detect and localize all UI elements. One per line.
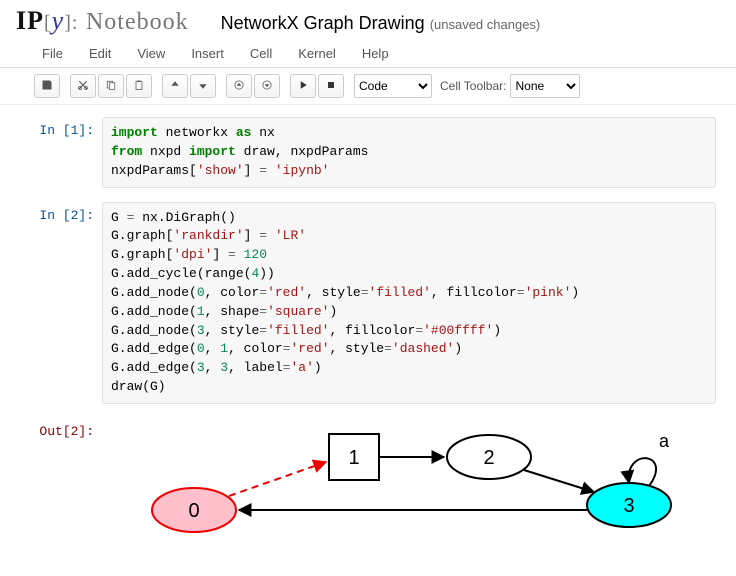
insert-below-button[interactable] <box>254 74 280 98</box>
run-button[interactable] <box>290 74 316 98</box>
logo: IP[y]: Notebook <box>16 6 189 36</box>
menu-cell[interactable]: Cell <box>250 46 272 61</box>
notebook-title[interactable]: NetworkX Graph Drawing (unsaved changes) <box>221 13 541 34</box>
celltoolbar-label: Cell Toolbar: <box>440 79 506 93</box>
play-icon <box>297 79 309 94</box>
paste-icon <box>133 79 145 94</box>
move-down-button[interactable] <box>190 74 216 98</box>
arrow-down-icon <box>197 79 209 94</box>
prompt-in-2: In [2]: <box>20 202 102 404</box>
celltoolbar-select[interactable]: None <box>510 74 580 98</box>
cell-in-2[interactable]: In [2]: G = nx.DiGraph() G.graph['rankdi… <box>20 202 716 404</box>
save-icon <box>41 79 53 94</box>
menu-help[interactable]: Help <box>362 46 389 61</box>
insert-above-button[interactable] <box>226 74 252 98</box>
menu-edit[interactable]: Edit <box>89 46 111 61</box>
menu-file[interactable]: File <box>42 46 63 61</box>
cut-icon <box>77 79 89 94</box>
cut-button[interactable] <box>70 74 96 98</box>
circle-down-icon <box>261 79 273 94</box>
interrupt-button[interactable] <box>318 74 344 98</box>
cell-in-1[interactable]: In [1]: import networkx as nx from nxpd … <box>20 117 716 188</box>
copy-icon <box>105 79 117 94</box>
menu-kernel[interactable]: Kernel <box>298 46 336 61</box>
arrow-up-icon <box>169 79 181 94</box>
header: IP[y]: Notebook NetworkX Graph Drawing (… <box>0 0 736 38</box>
code-input-1[interactable]: import networkx as nx from nxpd import d… <box>102 117 716 188</box>
menu-view[interactable]: View <box>137 46 165 61</box>
graph-node-3: 3 <box>623 495 634 517</box>
stop-icon <box>325 79 337 94</box>
code-input-2[interactable]: G = nx.DiGraph() G.graph['rankdir'] = 'L… <box>102 202 716 404</box>
save-button[interactable] <box>34 74 60 98</box>
prompt-out-2: Out[2]: <box>20 418 102 542</box>
graph-edge-label-a: a <box>659 431 670 451</box>
celltype-select[interactable]: Code <box>354 74 432 98</box>
menubar: File Edit View Insert Cell Kernel Help <box>0 38 736 68</box>
menu-insert[interactable]: Insert <box>191 46 224 61</box>
graph-node-0: 0 <box>188 500 199 522</box>
paste-button[interactable] <box>126 74 152 98</box>
graph-node-1: 1 <box>348 447 359 469</box>
move-up-button[interactable] <box>162 74 188 98</box>
save-status: (unsaved changes) <box>430 17 541 32</box>
notebook-area: In [1]: import networkx as nx from nxpd … <box>0 105 736 576</box>
output-graph: 0 1 2 3 a <box>102 418 716 542</box>
toolbar: Code Cell Toolbar: None <box>0 68 736 105</box>
circle-up-icon <box>233 79 245 94</box>
copy-button[interactable] <box>98 74 124 98</box>
prompt-in-1: In [1]: <box>20 117 102 188</box>
cell-out-2: Out[2]: 0 1 2 3 <box>20 418 716 542</box>
graph-node-2: 2 <box>483 447 494 469</box>
